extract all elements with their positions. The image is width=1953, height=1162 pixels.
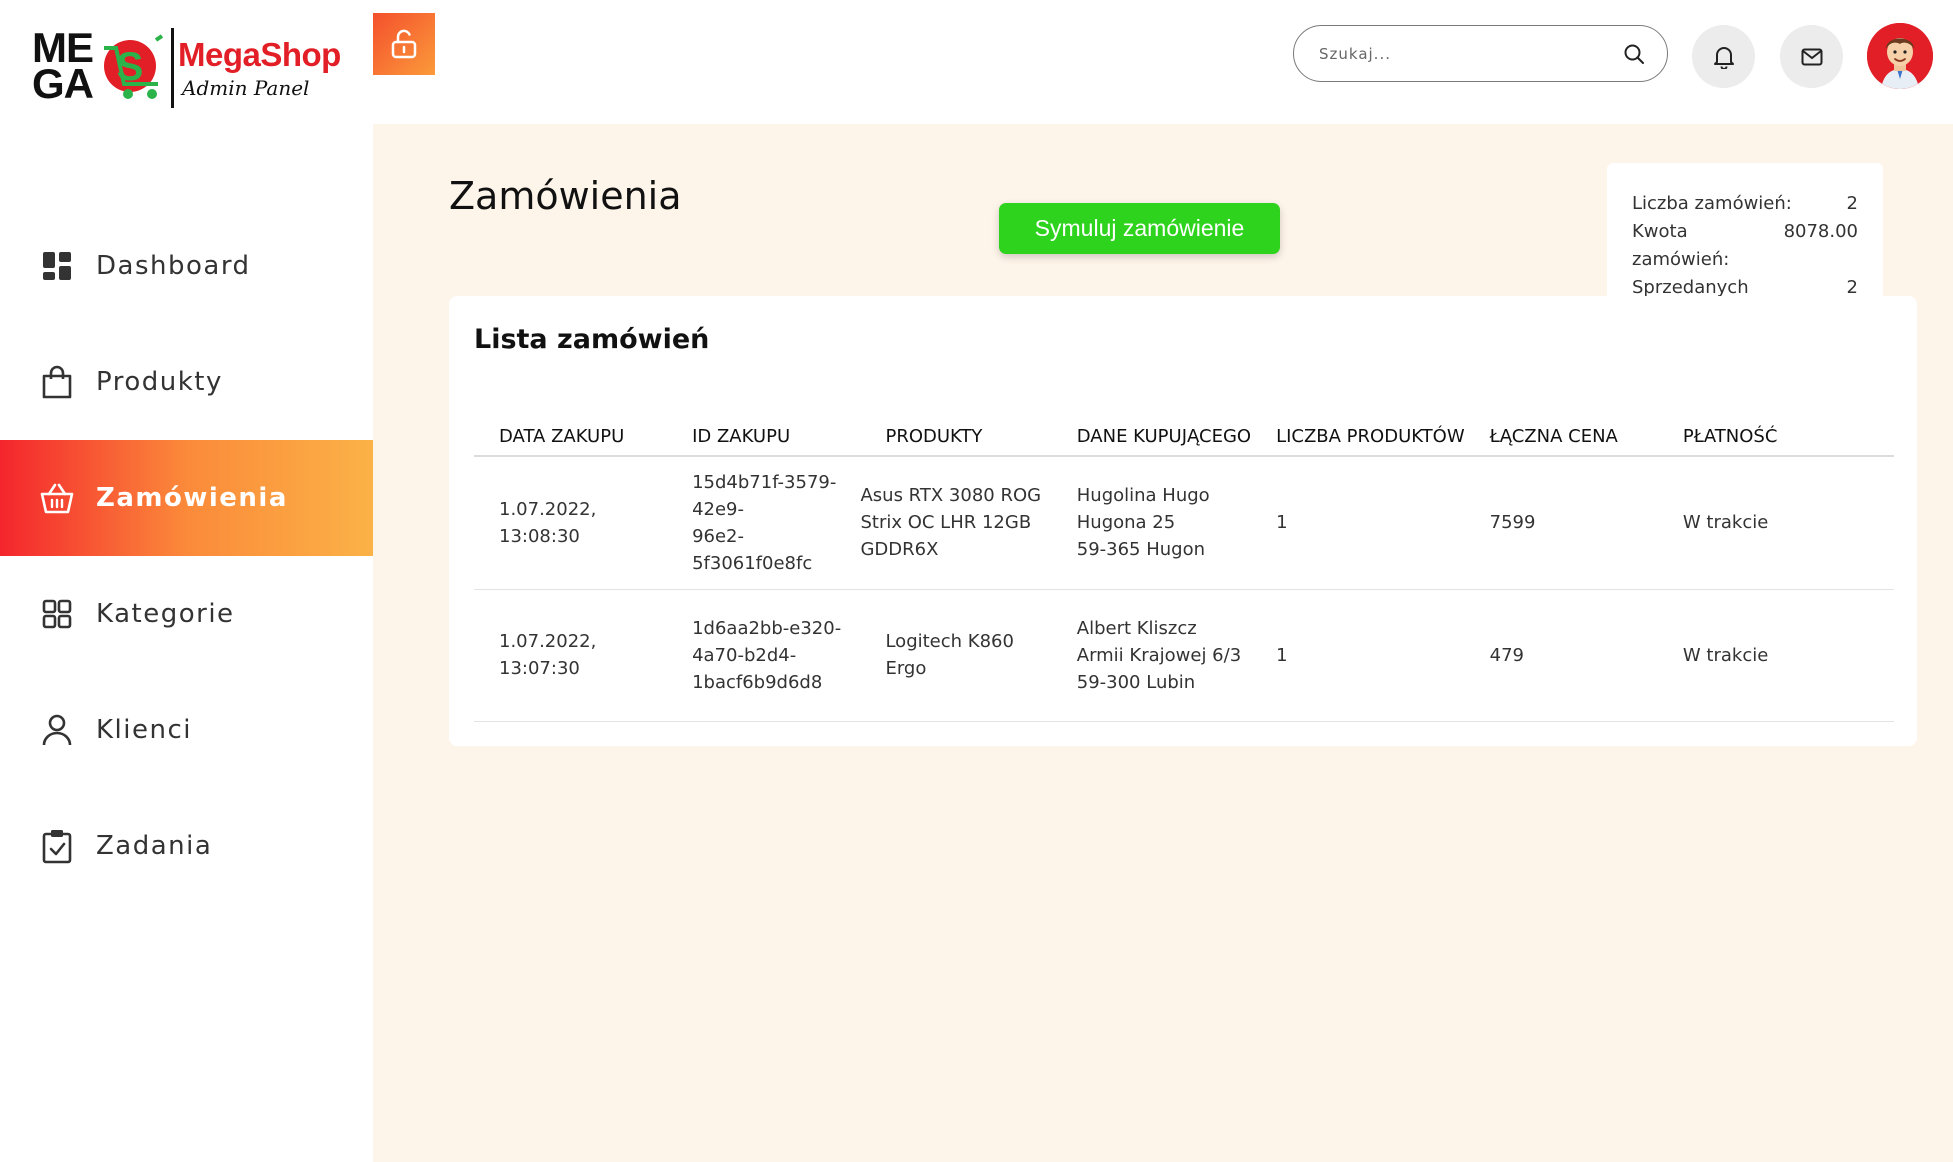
stat-value: 2 xyxy=(1846,193,1858,214)
cell-date: 1.07.2022, 13:08:30 xyxy=(474,456,668,590)
cell-id: 15d4b71f-3579-42e9- 96e2-5f3061f0e8fc xyxy=(667,456,861,590)
megashop-logo[interactable]: ME GA S MegaShop Admin Panel xyxy=(32,26,352,116)
column-header-buyer[interactable]: DANE KUPUJĄCEGO xyxy=(1051,416,1252,457)
table-header-row: DATA ZAKUPU ID ZAKUPU PRODUKTY DANE KUPU… xyxy=(474,416,1894,457)
stat-order-count: Liczba zamówień: 2 xyxy=(1632,190,1858,218)
logo-title: MegaShop xyxy=(178,36,341,73)
stat-value: 8078.00 xyxy=(1783,221,1858,242)
table-row[interactable]: 1.07.2022, 13:07:30 1d6aa2bb-e320- 4a70-… xyxy=(474,589,1894,722)
cell-buyer: Hugolina Hugo Hugona 25 59-365 Hugon xyxy=(1051,456,1252,590)
stat-order-amount: Kwota zamówień: 8078.00 xyxy=(1632,218,1858,274)
shopping-bag-icon xyxy=(40,365,74,399)
bell-icon xyxy=(1713,46,1734,69)
main-content: Zamówienia Symuluj zamówienie Liczba zam… xyxy=(373,124,1953,1162)
orders-table: DATA ZAKUPU ID ZAKUPU PRODUKTY DANE KUPU… xyxy=(474,416,1894,722)
simulate-order-button[interactable]: Symuluj zamówienie xyxy=(999,203,1280,254)
cell-payment: W trakcie xyxy=(1657,456,1894,590)
category-grid-icon xyxy=(40,597,74,631)
table-row[interactable]: 1.07.2022, 13:08:30 15d4b71f-3579-42e9- … xyxy=(474,456,1894,590)
shopping-cart-logo-icon: S xyxy=(104,34,164,99)
sidebar-item-label: Zadania xyxy=(96,831,213,861)
column-header-total[interactable]: ŁĄCZNA CENA xyxy=(1464,416,1658,457)
sidebar-item-klienci[interactable]: Klienci xyxy=(0,672,373,788)
sidebar-item-dashboard[interactable]: Dashboard xyxy=(0,208,373,324)
stat-label: Kwota zamówień: xyxy=(1632,221,1730,270)
sidebar-item-produkty[interactable]: Produkty xyxy=(0,324,373,440)
sidebar-item-label: Klienci xyxy=(96,715,192,745)
page-title: Zamówienia xyxy=(449,174,682,218)
column-header-payment[interactable]: PŁATNOŚĆ xyxy=(1657,416,1894,457)
cell-total: 7599 xyxy=(1464,456,1658,590)
sidebar-item-zadania[interactable]: Zadania xyxy=(0,788,373,904)
column-header-id[interactable]: ID ZAKUPU xyxy=(667,416,861,457)
user-avatar[interactable] xyxy=(1867,23,1933,89)
logo-divider xyxy=(171,28,174,108)
sidebar: ME GA S MegaShop Admin Panel Dashboard P… xyxy=(0,0,373,1162)
cell-products: Logitech K860 Ergo xyxy=(860,589,1052,722)
cell-quantity: 1 xyxy=(1251,589,1465,722)
cell-products: Asus RTX 3080 ROG Strix OC LHR 12GB GDDR… xyxy=(860,456,1052,590)
sidebar-nav: Dashboard Produkty Zamówienia Kategorie … xyxy=(0,208,373,904)
cell-quantity: 1 xyxy=(1251,456,1465,590)
avatar-icon xyxy=(1867,23,1933,89)
basket-icon xyxy=(40,481,74,515)
sidebar-item-label: Produkty xyxy=(96,367,223,397)
unlock-sidebar-button[interactable] xyxy=(373,13,435,75)
sidebar-item-label: Dashboard xyxy=(96,251,251,281)
search-icon[interactable] xyxy=(1623,43,1645,65)
cell-date: 1.07.2022, 13:07:30 xyxy=(474,589,668,722)
order-stats-panel: Liczba zamówień: 2 Kwota zamówień: 8078.… xyxy=(1607,163,1883,326)
cell-payment: W trakcie xyxy=(1657,589,1894,722)
sidebar-item-zamowienia[interactable]: Zamówienia xyxy=(0,440,373,556)
column-header-quantity[interactable]: LICZBA PRODUKTÓW xyxy=(1251,416,1465,457)
messages-button[interactable] xyxy=(1780,25,1843,88)
notifications-button[interactable] xyxy=(1692,25,1755,88)
sidebar-item-kategorie[interactable]: Kategorie xyxy=(0,556,373,672)
user-icon xyxy=(40,713,74,747)
column-header-products[interactable]: PRODUKTY xyxy=(860,416,1052,457)
mail-icon xyxy=(1801,48,1822,65)
orders-list-card: Lista zamówień DATA ZAKUPU ID ZAKUPU PRO… xyxy=(449,296,1917,746)
column-header-date[interactable]: DATA ZAKUPU xyxy=(474,416,668,457)
clipboard-check-icon xyxy=(40,829,74,864)
stat-label: Liczba zamówień: xyxy=(1632,193,1792,214)
orders-list-title: Lista zamówień xyxy=(474,324,710,355)
search-bar[interactable] xyxy=(1293,25,1668,82)
search-input[interactable] xyxy=(1319,44,1623,63)
sidebar-item-label: Zamówienia xyxy=(96,483,288,513)
logo-subtitle: Admin Panel xyxy=(182,76,310,100)
cell-total: 479 xyxy=(1464,589,1658,722)
cell-buyer: Albert Kliszcz Armii Krajowej 6/3 59-300… xyxy=(1051,589,1252,722)
unlock-icon xyxy=(391,29,417,59)
dashboard-icon xyxy=(40,249,74,283)
cell-id: 1d6aa2bb-e320- 4a70-b2d4- 1bacf6b9d6d8 xyxy=(667,589,861,722)
logo-mega-text: ME GA xyxy=(32,24,94,107)
sidebar-item-label: Kategorie xyxy=(96,599,235,629)
